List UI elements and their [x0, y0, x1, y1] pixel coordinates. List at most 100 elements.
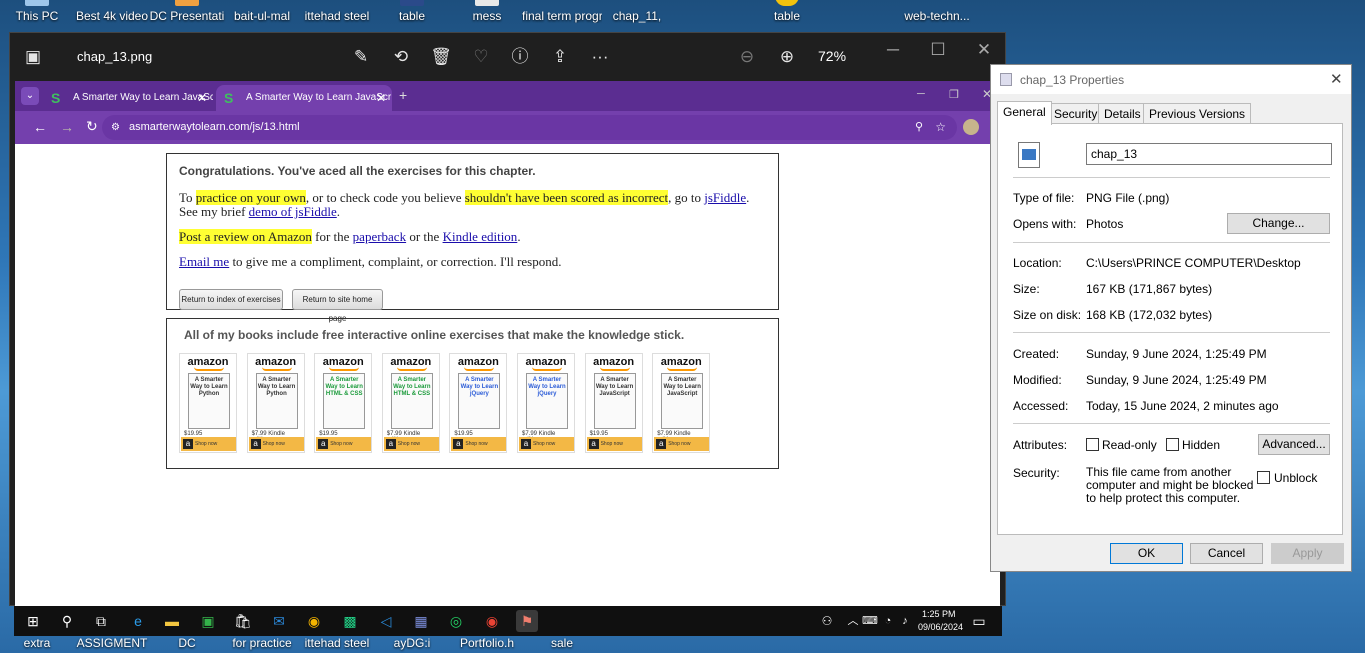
filename-input[interactable]: chap_13: [1086, 143, 1332, 165]
dev-cpp-icon[interactable]: ▦: [410, 610, 432, 632]
task-view-icon[interactable]: ⧉: [90, 610, 112, 632]
file-explorer-icon[interactable]: ▬: [161, 610, 183, 632]
forward-icon[interactable]: →: [60, 119, 74, 135]
people-icon[interactable]: ⚇: [816, 610, 838, 632]
desktop-icon-label[interactable]: ASSIGMENT: [72, 636, 152, 653]
close-icon[interactable]: ✕: [1330, 70, 1343, 88]
advanced-button[interactable]: Advanced...: [1258, 434, 1330, 455]
search-icon[interactable]: ⚲: [56, 610, 78, 632]
desktop-icon-bait[interactable]: bait-ul-mal: [222, 0, 302, 28]
shop-now-button[interactable]: a Shop now: [181, 437, 236, 451]
jsfiddle-link[interactable]: jsFiddle: [704, 190, 746, 205]
desktop-icon-label[interactable]: DC: [147, 636, 227, 653]
desktop-icon-video[interactable]: Best 4k video: [72, 0, 152, 28]
desktop-icon-label[interactable]: for practice: [222, 636, 302, 653]
pycharm-icon[interactable]: ▩: [339, 610, 361, 632]
zoom-in-icon[interactable]: ⊕: [776, 46, 798, 68]
close-tab-icon[interactable]: ✕: [197, 85, 207, 111]
desktop-icon-table[interactable]: table: [372, 0, 452, 28]
book-card[interactable]: amazon A Smarter Way to Learn HTML & CSS $…: [381, 353, 440, 453]
book-card[interactable]: amazon A Smarter Way to Learn JavaScript $…: [652, 353, 711, 453]
book-card[interactable]: amazon A Smarter Way to Learn Python $19.9…: [179, 353, 237, 453]
book-card[interactable]: amazon A Smarter Way to Learn HTML & CSS $…: [314, 353, 373, 453]
return-home-button[interactable]: Return to site home page: [292, 289, 383, 323]
zoom-level[interactable]: 72%: [818, 48, 846, 64]
gallery-icon[interactable]: ▣: [22, 46, 44, 68]
desktop-icon-this-pc[interactable]: This PC: [0, 0, 77, 28]
book-card[interactable]: amazon A Smarter Way to Learn jQuery $7.99…: [517, 353, 575, 453]
chrome-icon[interactable]: ◉: [303, 610, 325, 632]
delete-icon[interactable]: 🗑: [430, 46, 452, 68]
tab-active[interactable]: S A Smarter Way to Learn JavaScr ✕: [216, 85, 392, 111]
rotate-icon[interactable]: ⟲: [390, 46, 412, 68]
shop-now-button[interactable]: a Shop now: [654, 437, 710, 451]
email-link[interactable]: Email me: [179, 254, 229, 269]
zoom-icon[interactable]: ⚲: [915, 115, 923, 140]
tab-previous-versions[interactable]: Previous Versions: [1143, 103, 1252, 124]
shop-now-button[interactable]: a Shop now: [248, 437, 304, 451]
book-card[interactable]: amazon A Smarter Way to Learn JavaScript $…: [584, 353, 643, 453]
photos-taskbar-icon[interactable]: ⚑: [516, 610, 538, 632]
desktop-icon-chap11[interactable]: chap_11,: [597, 0, 677, 28]
notifications-icon[interactable]: ▭: [968, 610, 990, 632]
restore-icon[interactable]: ❐: [949, 88, 959, 101]
vscode-icon[interactable]: ◁: [375, 610, 397, 632]
maximize-icon[interactable]: ☐: [927, 39, 949, 61]
info-icon[interactable]: ⓘ: [509, 46, 531, 68]
desktop-icon-final[interactable]: final term programm: [522, 0, 602, 28]
desktop-icon-label[interactable]: extra: [0, 636, 77, 653]
url-input[interactable]: ⚙ asmarterwaytolearn.com/js/13.html ⚲ ☆: [102, 115, 957, 140]
greenshot-icon[interactable]: ▣: [197, 610, 219, 632]
paperback-link[interactable]: paperback: [353, 229, 406, 244]
mail-icon[interactable]: ✉: [268, 610, 290, 632]
desktop-icon-mess[interactable]: mess: [447, 0, 527, 28]
tab-security[interactable]: Security: [1048, 103, 1104, 124]
shop-now-button[interactable]: a Shop now: [519, 437, 574, 451]
apply-button[interactable]: Apply: [1271, 543, 1344, 564]
windows-start-icon[interactable]: ⊞: [22, 610, 44, 632]
desktop-icon-label[interactable]: Portfolio.h: [447, 636, 527, 653]
tab-general[interactable]: General: [997, 101, 1052, 125]
zoom-out-icon[interactable]: ⊖: [736, 46, 758, 68]
volume-icon[interactable]: ♪: [894, 610, 916, 632]
desktop-icon-label[interactable]: sale: [522, 636, 602, 653]
kindle-link[interactable]: Kindle edition: [443, 229, 518, 244]
more-options-button[interactable]: ···: [589, 46, 611, 68]
profile-avatar[interactable]: [963, 119, 979, 135]
book-card[interactable]: amazon A Smarter Way to Learn Python $7.99…: [246, 353, 305, 453]
desktop-icon-web[interactable]: web-techn...: [897, 0, 977, 28]
cancel-button[interactable]: Cancel: [1190, 543, 1263, 564]
desktop-icon-dc[interactable]: DC Presentati: [147, 0, 227, 28]
desktop-icon-ittehad[interactable]: ittehad steel: [297, 0, 377, 28]
edge-icon[interactable]: e: [127, 610, 149, 632]
book-card[interactable]: amazon A Smarter Way to Learn jQuery $19.9…: [449, 353, 508, 453]
clock-time[interactable]: 1:25 PM: [922, 609, 956, 619]
favorite-heart-icon[interactable]: ♡: [470, 46, 492, 68]
reload-icon[interactable]: ↻: [86, 118, 98, 135]
close-tab-icon[interactable]: ✕: [376, 85, 386, 111]
desktop-icon-label[interactable]: ittehad steel: [297, 636, 377, 653]
whatsapp-icon[interactable]: ◎: [445, 610, 467, 632]
desktop-icon-label[interactable]: ayDG:i: [372, 636, 452, 653]
chrome-profile-icon[interactable]: ◉: [481, 610, 503, 632]
minimize-icon[interactable]: ─: [917, 88, 925, 100]
desktop-icon-table2[interactable]: table: [747, 0, 827, 28]
shop-now-button[interactable]: a Shop now: [586, 437, 642, 451]
share-icon[interactable]: ⇪: [549, 46, 571, 68]
shop-now-button[interactable]: a Shop now: [383, 437, 439, 451]
hidden-checkbox[interactable]: [1166, 438, 1179, 451]
tab-details[interactable]: Details: [1098, 103, 1147, 124]
change-button[interactable]: Change...: [1227, 213, 1330, 234]
return-index-button[interactable]: Return to index of exercises: [179, 289, 283, 310]
minimize-icon[interactable]: ─: [882, 39, 904, 61]
bookmark-star-icon[interactable]: ☆: [935, 115, 946, 140]
ok-button[interactable]: OK: [1110, 543, 1183, 564]
new-tab-icon[interactable]: +: [399, 87, 407, 103]
shop-now-button[interactable]: a Shop now: [451, 437, 507, 451]
jsfiddle-demo-link[interactable]: demo of jsFiddle: [249, 204, 337, 219]
shop-now-button[interactable]: a Shop now: [316, 437, 372, 451]
back-icon[interactable]: ←: [33, 119, 47, 135]
microsoft-store-icon[interactable]: 🛍: [232, 610, 254, 632]
close-icon[interactable]: ✕: [973, 39, 995, 61]
tab-search-icon[interactable]: ⌄: [21, 87, 39, 105]
